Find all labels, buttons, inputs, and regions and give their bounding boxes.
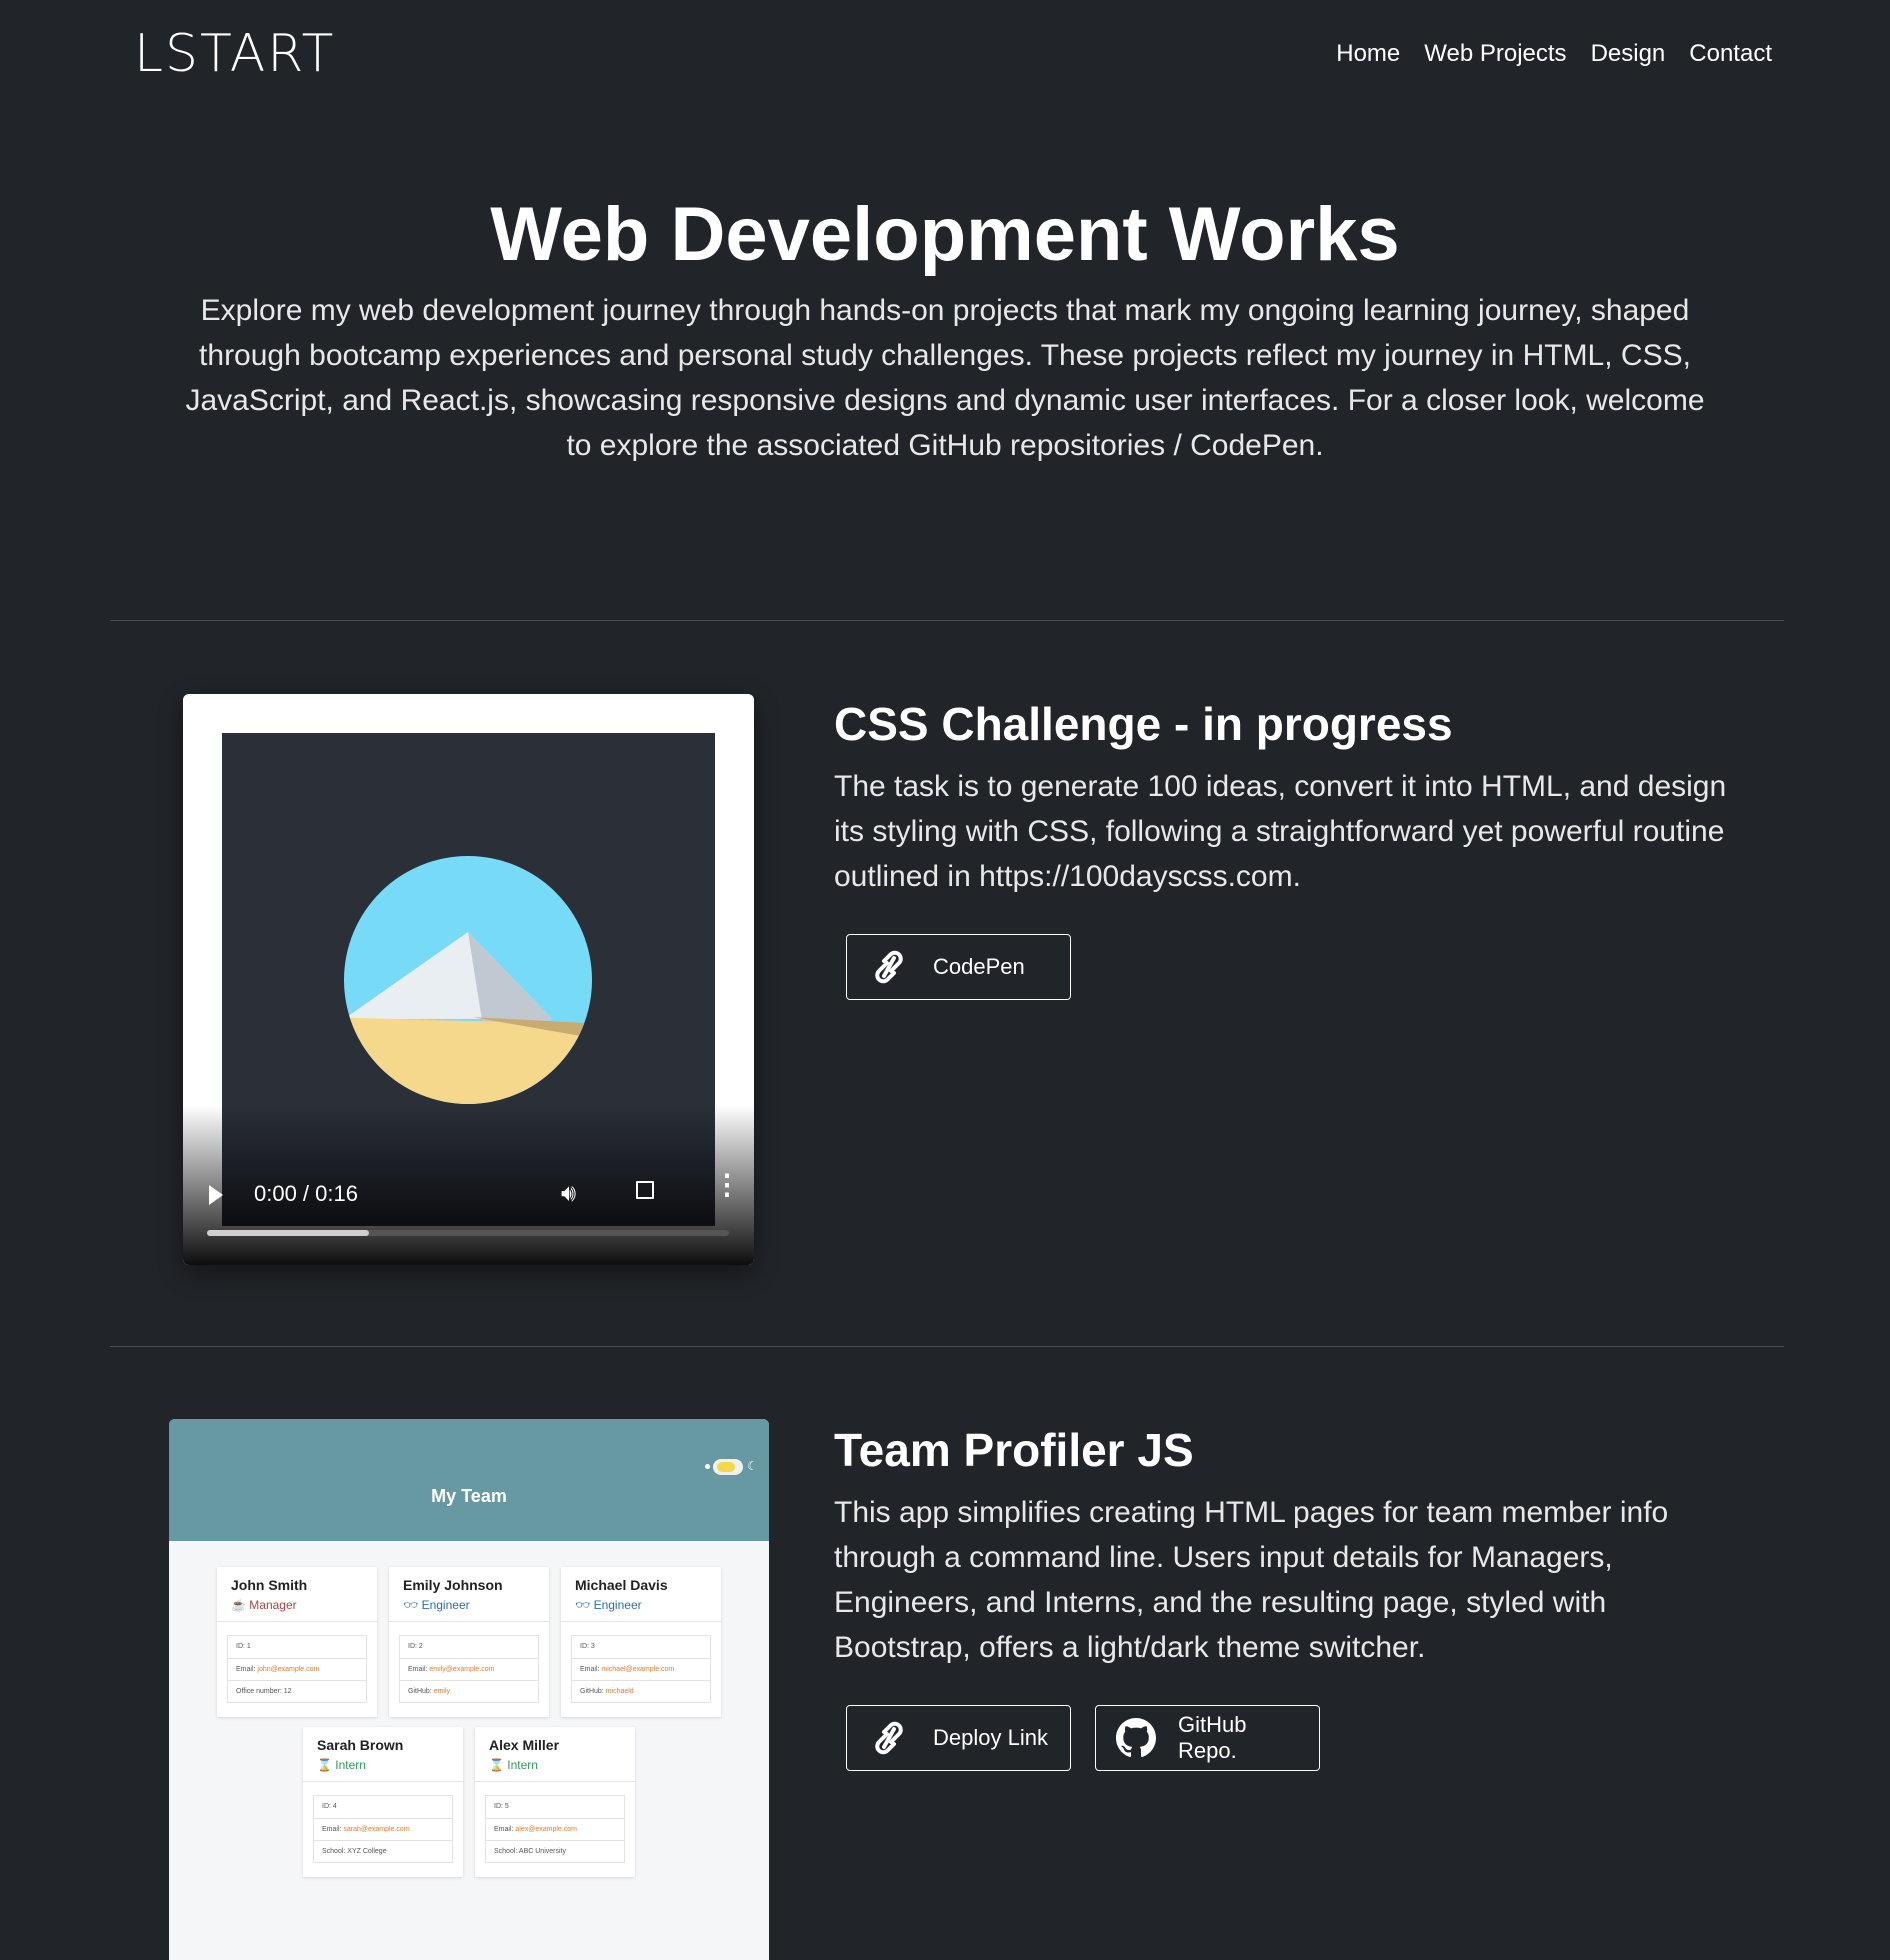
nav-link-home[interactable]: Home: [1336, 40, 1400, 68]
nav-link-contact[interactable]: Contact: [1689, 40, 1772, 68]
member-extra: School: ABC University: [486, 1840, 624, 1862]
button-label: Deploy Link: [933, 1725, 1048, 1750]
section-divider: [110, 1346, 1784, 1347]
member-extra: School: XYZ College: [314, 1840, 452, 1862]
member-name: Alex Miller: [489, 1737, 560, 1753]
button-label: CodePen: [933, 954, 1025, 979]
theme-toggle: [713, 1459, 743, 1475]
project-description: This app simplifies creating HTML pages …: [834, 1496, 1669, 1664]
team-card: Sarah Brown ⌛ Intern ID: 4 Email: sarah@…: [303, 1727, 463, 1877]
video-controls: 0:00 / 0:16 🔊︎ ⋮: [183, 1145, 754, 1265]
member-github: GitHub: michaeld: [572, 1680, 710, 1702]
video-progress-fill: [207, 1230, 369, 1236]
team-card: Emily Johnson 👓︎ Engineer ID: 2 Email: e…: [389, 1567, 549, 1717]
button-label: GitHub Repo.: [1178, 1712, 1247, 1763]
volume-icon[interactable]: 🔊︎: [561, 1180, 576, 1208]
member-email: Email: michael@example.com: [572, 1658, 710, 1680]
site-logo[interactable]: LSTART: [134, 24, 335, 84]
member-name: Emily Johnson: [403, 1577, 503, 1593]
project-title: CSS Challenge - in progress: [834, 698, 1453, 750]
member-role: ☕ Manager: [231, 1598, 297, 1612]
team-card: John Smith ☕ Manager ID: 1 Email: john@e…: [217, 1567, 377, 1717]
team-card: Michael Davis 👓︎ Engineer ID: 3 Email: m…: [561, 1567, 721, 1717]
section-divider: [110, 620, 1784, 621]
nav-link-design[interactable]: Design: [1591, 40, 1666, 68]
member-email: Email: emily@example.com: [400, 1658, 538, 1680]
page-title: Web Development Works: [490, 192, 1400, 277]
member-role: 👓︎ Engineer: [575, 1598, 642, 1612]
nav-menu: Home Web Projects Design Contact: [1336, 40, 1772, 68]
member-role: ⌛ Intern: [489, 1758, 538, 1772]
sun-icon: [705, 1464, 710, 1469]
nav-link-web-projects[interactable]: Web Projects: [1424, 40, 1566, 68]
play-icon[interactable]: [209, 1185, 223, 1205]
member-role: ⌛ Intern: [317, 1758, 366, 1772]
member-email: Email: sarah@example.com: [314, 1818, 452, 1840]
member-name: John Smith: [231, 1577, 308, 1593]
fullscreen-icon[interactable]: [636, 1181, 654, 1199]
member-role: 👓︎ Engineer: [403, 1598, 470, 1612]
link-icon: [875, 950, 903, 984]
member-email: Email: alex@example.com: [486, 1818, 624, 1840]
more-options-icon[interactable]: ⋮: [713, 1171, 741, 1199]
member-id: ID: 4: [322, 1803, 337, 1810]
team-card: Alex Miller ⌛ Intern ID: 5 Email: alex@e…: [475, 1727, 635, 1877]
member-email: Email: john@example.com: [228, 1658, 366, 1680]
link-icon: [875, 1721, 903, 1755]
page-description: Explore my web development journey throu…: [185, 294, 1705, 462]
top-navbar: LSTART Home Web Projects Design Contact: [0, 0, 1890, 112]
member-id: ID: 2: [408, 1643, 423, 1650]
member-id: ID: 3: [580, 1643, 595, 1650]
preview-header: ☾ My Team: [169, 1419, 769, 1541]
member-id: ID: 5: [494, 1803, 509, 1810]
deploy-link-button[interactable]: Deploy Link: [846, 1705, 1071, 1771]
moon-icon: ☾: [747, 1459, 758, 1473]
team-profiler-preview[interactable]: ☾ My Team John Smith ☕ Manager ID: 1 Ema…: [169, 1419, 769, 1960]
video-time: 0:00 / 0:16: [254, 1181, 358, 1206]
member-name: Michael Davis: [575, 1577, 668, 1593]
video-progress-bar[interactable]: [207, 1230, 729, 1236]
github-repo-button[interactable]: GitHub Repo.: [1095, 1705, 1320, 1771]
codepen-button[interactable]: CodePen: [846, 934, 1071, 1000]
video-player[interactable]: 0:00 / 0:16 🔊︎ ⋮: [183, 694, 754, 1265]
project-title: Team Profiler JS: [834, 1424, 1194, 1476]
member-extra: Office number: 12: [228, 1680, 366, 1702]
member-name: Sarah Brown: [317, 1737, 404, 1753]
preview-title: My Team: [431, 1486, 507, 1506]
member-id: ID: 1: [236, 1643, 251, 1650]
member-github: GitHub: emily: [400, 1680, 538, 1702]
github-icon: [1116, 1718, 1156, 1758]
project-description: The task is to generate 100 ideas, conve…: [834, 770, 1727, 893]
